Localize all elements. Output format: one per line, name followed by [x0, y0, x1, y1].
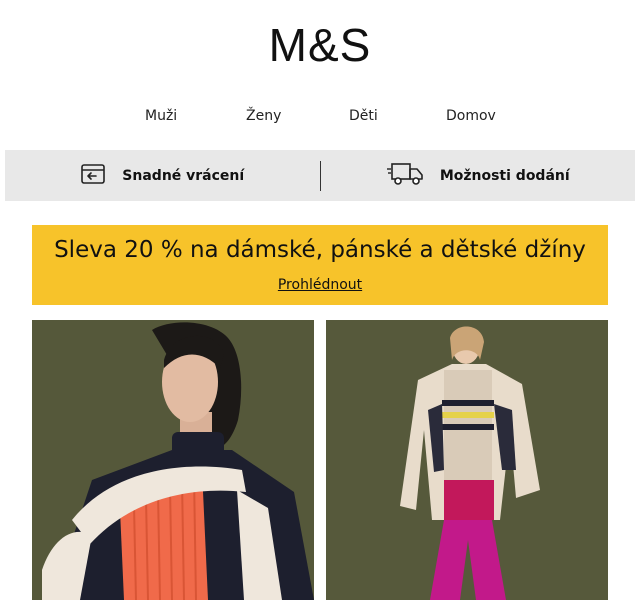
delivery-options-label: Možnosti dodání — [439, 167, 570, 184]
nav-item-women[interactable]: Ženy — [246, 108, 281, 124]
service-bar: Snadné vrácení Možnosti dodání — [5, 150, 635, 201]
product-image-women-knitwear[interactable] — [32, 320, 314, 600]
nav-item-men[interactable]: Muži — [145, 108, 177, 124]
return-card-icon — [80, 161, 108, 191]
delivery-options-link[interactable]: Možnosti dodání — [321, 150, 636, 201]
easy-returns-label: Snadné vrácení — [122, 167, 245, 184]
main-nav: Muži Ženy Děti Domov — [0, 108, 640, 128]
promo-browse-link[interactable]: Prohlédnout — [32, 277, 608, 293]
nav-item-home[interactable]: Domov — [446, 108, 496, 124]
product-image-women-jumper-trousers[interactable] — [326, 320, 608, 600]
promo-title: Sleva 20 % na dámské, pánské a dětské dž… — [54, 237, 586, 263]
easy-returns-link[interactable]: Snadné vrácení — [5, 150, 320, 201]
promo-banner[interactable]: Sleva 20 % na dámské, pánské a dětské dž… — [32, 225, 608, 305]
nav-item-kids[interactable]: Děti — [349, 108, 378, 124]
delivery-truck-icon — [386, 160, 426, 192]
brand-logo[interactable]: M&S — [0, 18, 640, 72]
